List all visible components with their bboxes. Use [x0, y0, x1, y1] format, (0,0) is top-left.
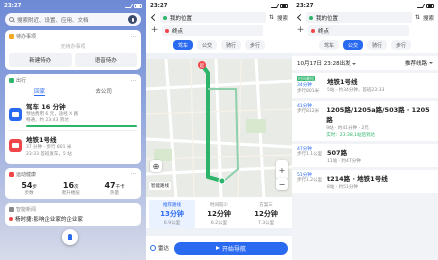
add-stop-icon[interactable]: +: [296, 26, 305, 35]
route-option-1[interactable]: 推荐路线 13分钟 6.9公里: [149, 200, 195, 228]
tab-drive[interactable]: 驾车: [318, 40, 339, 50]
locate-icon[interactable]: ⊕: [150, 160, 162, 172]
route-subtitle: 37 分钟 · 步行 801 米: [26, 145, 72, 151]
more-icon[interactable]: ···: [131, 171, 137, 177]
train-icon: [9, 139, 22, 153]
signal-icon: [416, 3, 426, 8]
stat-calories: 47千卡 热量: [104, 180, 125, 196]
health-icon: [9, 171, 14, 177]
status-bar: 23:27: [296, 0, 434, 11]
transit-route-item[interactable]: 41分钟 步行812米 1205路/1205a路/503路 · 1205路 9站 ·…: [292, 100, 438, 141]
more-icon[interactable]: ···: [131, 78, 137, 84]
battery-icon: [134, 3, 142, 8]
route-extra: 23:33 首班发车，5 站: [26, 151, 72, 157]
route-option-3[interactable]: 方案三 12分钟 7.3公里: [243, 200, 289, 228]
health-card: 运动健康 ··· 54步 步数 16次 爬升楼层 47千卡 热量: [5, 167, 141, 199]
route-options: 推荐路线 13分钟 6.9公里 时间较少 12分钟 6.2公里 方案三 12分钟 7.3公里: [146, 197, 292, 228]
search-button[interactable]: 搜索: [423, 14, 434, 22]
start-marker-label: 起: [200, 63, 205, 69]
traffic-bar: [26, 125, 137, 128]
tab-walk[interactable]: 步行: [391, 40, 412, 50]
todo-icon: [9, 34, 14, 39]
news-icon: [9, 206, 14, 212]
status-bar: 23:27: [0, 0, 146, 11]
route-map[interactable]: 起: [146, 59, 292, 199]
back-icon[interactable]: [296, 13, 305, 22]
sort-dropdown[interactable]: 推荐线路: [405, 59, 433, 67]
signal-icon: [124, 3, 134, 8]
news-card[interactable]: 智能新闻 杨时捷:影响企业家的企业家: [5, 202, 141, 226]
transit-route-screen: 23:27 我的位置 ⇅ 搜索 + 终点 驾车 公交 骑行 步行 10月17日 …: [292, 0, 438, 260]
global-search-bar[interactable]: 搜索附近、设置、应用、文档: [5, 13, 141, 26]
mic-icon: [68, 234, 72, 240]
destination-field[interactable]: 终点: [308, 25, 409, 36]
trip-card: 出行 ··· 回家 去公司 驾车 16 分钟 预估费用 6 元，途经 X 路 畅通…: [5, 74, 141, 164]
todo-title: 待办事项: [16, 34, 37, 40]
drive-route-screen: 23:27 我的位置 ⇅ 搜索 + 终点 驾车 公交 骑行 步行 起 ⊕ + −…: [146, 0, 292, 260]
tab-bike[interactable]: 骑行: [367, 40, 388, 50]
route-title: 驾车 16 分钟: [26, 103, 66, 111]
transit-filter-bar: 10月17日 23:28出发 推荐线路: [292, 56, 438, 70]
add-stop-icon[interactable]: +: [150, 26, 159, 35]
depart-time-picker[interactable]: 10月17日 23:28出发: [297, 59, 357, 67]
status-time: 23:27: [4, 2, 22, 9]
end-marker: [218, 177, 226, 185]
play-icon: [216, 246, 220, 250]
todo-card: 待办事项 ··· 无待办事项 新建待办 语音待办: [5, 30, 141, 70]
search-button[interactable]: 搜索: [277, 14, 288, 22]
transit-route-item[interactable]: 51分钟 步行1.2公里 t214路 · 地铁1号线 8站 · 约51分钟: [292, 169, 438, 193]
stat-floors: 16次 爬升楼层: [61, 180, 80, 196]
hot-dot-icon: [9, 216, 13, 221]
new-todo-button[interactable]: 新建待办: [9, 53, 72, 67]
news-headline: 杨时捷:影响企业家的企业家: [15, 216, 83, 223]
voice-assistant-icon[interactable]: [128, 15, 137, 24]
radar-icon: [150, 245, 156, 251]
tab-go-office[interactable]: 去公司: [95, 87, 112, 96]
transit-route-item[interactable]: 时间最短 34分钟 步行801米 地铁1号线 5站 · 约34分钟，首班23:33: [292, 73, 438, 98]
swap-icon[interactable]: ⇅: [269, 14, 274, 21]
route-title: 地铁1号线: [26, 136, 57, 145]
route-option-2[interactable]: 时间较少 12分钟 6.2公里: [196, 200, 242, 228]
home-widget-screen: 23:27 搜索附近、设置、应用、文档 待办事项 ··· 无待办事项 新建待办 语…: [0, 0, 146, 260]
tab-bus[interactable]: 公交: [342, 40, 363, 50]
tab-bus[interactable]: 公交: [196, 40, 217, 50]
zoom-in-button[interactable]: +: [276, 160, 288, 180]
tab-drive[interactable]: 驾车: [172, 40, 193, 50]
more-icon[interactable]: ···: [131, 34, 137, 40]
trip-icon: [9, 78, 14, 83]
tab-bike[interactable]: 骑行: [221, 40, 242, 50]
nav-bottom-bar: 雷达 开始导航: [146, 236, 292, 260]
search-placeholder: 搜索附近、设置、应用、文档: [17, 17, 89, 24]
battery-icon: [280, 3, 288, 8]
stat-steps: 54步 步数: [21, 180, 37, 196]
trip-route-metro[interactable]: 地铁1号线 37 分钟 · 步行 801 米 23:33 首班发车，5 站: [9, 130, 137, 160]
voice-todo-button[interactable]: 语音待办: [74, 53, 137, 67]
destination-field[interactable]: 终点: [162, 25, 263, 36]
search-icon: [9, 17, 14, 22]
assistant-fab[interactable]: [62, 229, 78, 245]
smart-route-toggle[interactable]: 智能路线: [149, 182, 171, 190]
radar-button[interactable]: 雷达: [150, 244, 169, 252]
zoom-out-button[interactable]: −: [276, 178, 288, 190]
news-title: 智能新闻: [16, 206, 37, 213]
health-title: 运动健康: [16, 171, 37, 178]
route-subtitle: 预估费用 6 元，途经 X 路 畅通，约 23:43 到达: [26, 112, 79, 123]
car-icon: [9, 107, 22, 121]
todo-empty-text: 无待办事项: [60, 44, 86, 50]
trip-route-drive[interactable]: 驾车 16 分钟 预估费用 6 元，途经 X 路 畅通，约 23:43 到达: [9, 98, 137, 130]
battery-icon: [426, 3, 434, 8]
origin-field[interactable]: 我的位置: [160, 12, 266, 23]
tab-go-home[interactable]: 回家: [34, 87, 46, 96]
back-icon[interactable]: [150, 13, 159, 22]
signal-icon: [270, 3, 280, 8]
status-time: 23:27: [150, 2, 168, 9]
swap-icon[interactable]: ⇅: [415, 14, 420, 21]
origin-field[interactable]: 我的位置: [306, 12, 412, 23]
trip-title: 出行: [16, 78, 27, 84]
status-time: 23:27: [296, 2, 314, 9]
transit-route-item[interactable]: 47分钟 步行1.1公里 507路 11站 · 约47分钟: [292, 143, 438, 167]
start-navigation-button[interactable]: 开始导航: [174, 241, 288, 255]
tab-walk[interactable]: 步行: [245, 40, 266, 50]
status-bar: 23:27: [150, 0, 288, 11]
